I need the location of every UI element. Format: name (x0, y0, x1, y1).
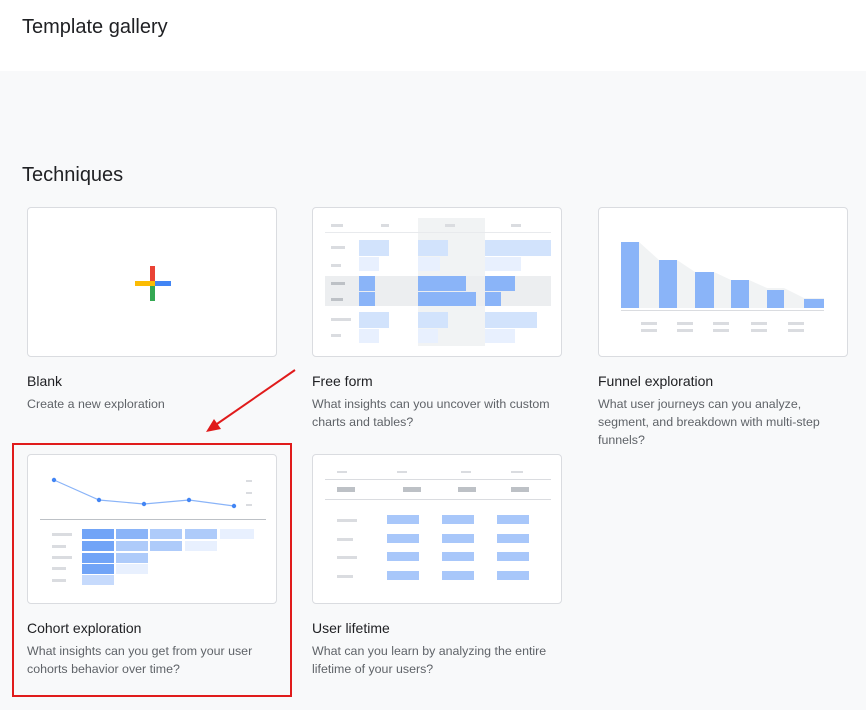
card-title: User lifetime (312, 620, 390, 636)
card-thumbnail[interactable] (312, 454, 562, 604)
card-title: Free form (312, 373, 373, 389)
table-icon (325, 218, 551, 346)
plus-icon (135, 266, 171, 301)
page-header: Template gallery (0, 0, 866, 71)
card-thumbnail[interactable] (27, 207, 277, 357)
card-description: What user journeys can you analyze, segm… (598, 397, 820, 447)
funnel-chart-icon (621, 242, 824, 332)
card-title: Blank (27, 373, 63, 389)
section-title: Techniques (22, 164, 124, 186)
card-description: Create a new exploration (27, 397, 165, 411)
page-title: Template gallery (22, 16, 168, 38)
card-thumbnail[interactable] (598, 207, 848, 357)
card-thumbnail[interactable] (312, 207, 562, 357)
card-title: Cohort exploration (27, 620, 142, 636)
card-description: What insights can you uncover with custo… (312, 397, 550, 429)
card-thumbnail[interactable] (27, 454, 277, 604)
card-description: What can you learn by analyzing the enti… (312, 644, 547, 676)
card-description: What insights can you get from your user… (27, 644, 253, 676)
cohort-chart-icon (40, 477, 266, 585)
card-title: Funnel exploration (598, 373, 714, 389)
lifetime-table-icon (325, 471, 551, 580)
